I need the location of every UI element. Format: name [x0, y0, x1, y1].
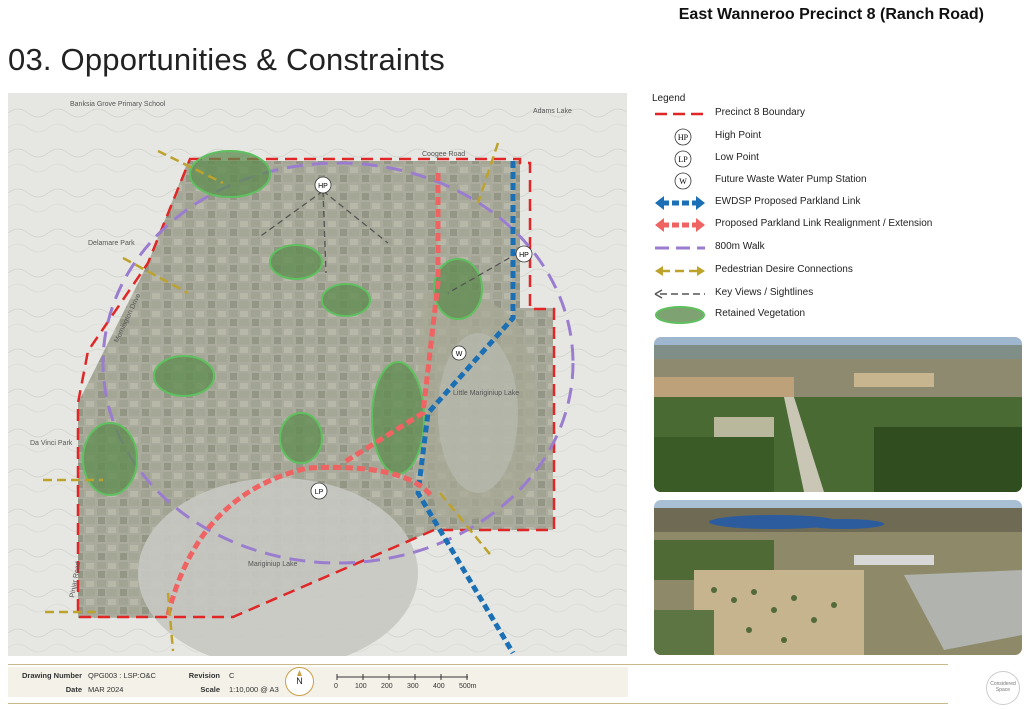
label-little-mariginiup: Little Mariginiup Lake	[453, 390, 519, 397]
legend-item-pump-station: W Future Waste Water Pump Station	[652, 171, 1022, 191]
scale-tick-200: 200	[381, 683, 393, 690]
legend-item-ewdsp-link: EWDSP Proposed Parkland Link	[652, 193, 1022, 213]
svg-text:W: W	[679, 177, 687, 186]
legend-item-low-point: LP Low Point	[652, 149, 1022, 169]
svg-text:HP: HP	[318, 183, 328, 190]
scale-tick-0: 0	[334, 683, 338, 690]
svg-text:HP: HP	[678, 133, 689, 142]
drawing-number-key: Drawing Number	[21, 671, 82, 680]
label-davinci-park: Da Vinci Park	[30, 440, 73, 447]
legend-item-high-point: HP High Point	[652, 127, 1022, 147]
aerial-photo-2	[654, 500, 1022, 655]
legend-item-key-views: Key Views / Sightlines	[652, 284, 1022, 304]
svg-text:LP: LP	[315, 489, 324, 496]
company-logo: Considered Space	[986, 671, 1020, 705]
scale-tick-500m: 500m	[459, 683, 477, 690]
legend-item-parkland-realignment: Proposed Parkland Link Realignment / Ext…	[652, 215, 1022, 235]
svg-text:LP: LP	[678, 155, 688, 164]
label-coogee-road: Coogee Road	[422, 151, 465, 158]
aerial-photo-1	[654, 337, 1022, 492]
pump-station-icon: W	[674, 172, 692, 190]
scale-key: Scale	[200, 685, 220, 694]
scale-tick-100: 100	[355, 683, 367, 690]
legend-item-800m-walk: 800m Walk	[655, 241, 765, 252]
label-mariginiup-lake: Mariginiup Lake	[248, 561, 298, 568]
revision-key: Revision	[188, 671, 220, 680]
high-point-marker-north: HP	[314, 176, 332, 194]
legend-item-pedestrian: Pedestrian Desire Connections	[652, 261, 1022, 281]
legend-title: Legend	[652, 93, 686, 104]
date-value: MAR 2024	[88, 685, 124, 694]
site-map: HP HP LP W Banksia Grove Primary School …	[8, 93, 627, 656]
north-arrow-icon: N	[285, 667, 314, 696]
date-key: Date	[65, 685, 82, 694]
legend-item-boundary: Precinct 8 Boundary	[655, 107, 806, 118]
label-banksia: Banksia Grove Primary School	[70, 101, 166, 108]
svg-text:HP: HP	[519, 252, 529, 259]
scale-bar	[336, 674, 468, 680]
scale-value: 1:10,000 @ A3	[229, 685, 279, 694]
footer-rule-top	[8, 664, 948, 665]
project-title: East Wanneroo Precinct 8 (Ranch Road)	[678, 6, 984, 23]
low-point-marker: LP	[310, 482, 328, 500]
footer-rule-bottom	[8, 703, 948, 704]
low-point-icon: LP	[674, 150, 692, 168]
high-point-marker-east: HP	[515, 245, 533, 263]
page-title: 03. Opportunities & Constraints	[8, 42, 445, 77]
scale-tick-400: 400	[433, 683, 445, 690]
label-adams-lake: Adams Lake	[533, 108, 572, 115]
high-point-icon: HP	[674, 128, 692, 146]
label-delamare-park: Delamare Park	[88, 240, 135, 247]
scale-tick-300: 300	[407, 683, 419, 690]
revision-value: C	[229, 671, 235, 680]
pump-station-marker: W	[451, 345, 467, 361]
drawing-number-value: QPG003 : LSP:O&C	[88, 671, 156, 680]
svg-text:W: W	[456, 351, 463, 358]
legend-item-retained-vegetation: Retained Vegetation	[652, 305, 1022, 325]
